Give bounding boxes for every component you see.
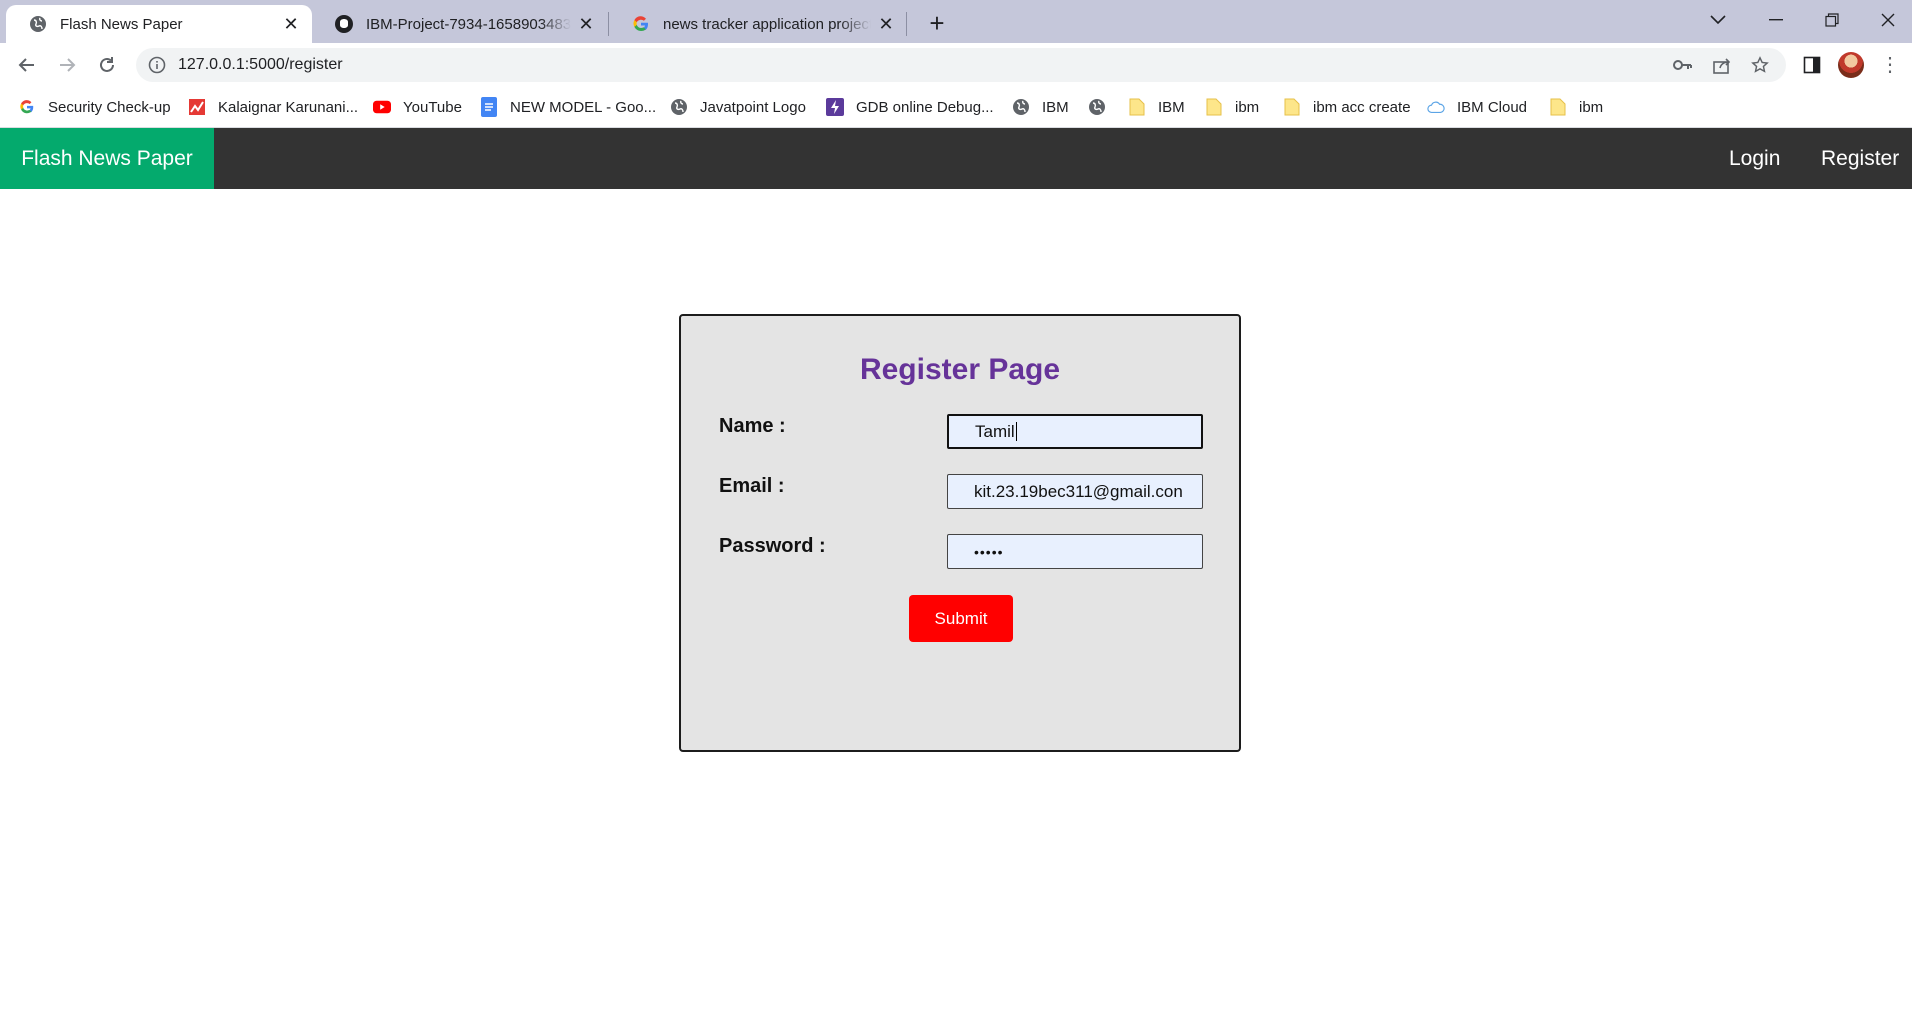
side-panel-icon [1803, 56, 1821, 74]
email-value: kit.23.19bec311@gmail.con [974, 481, 1183, 501]
kalaignar-icon [188, 98, 206, 116]
site-navbar: Flash News Paper Login Register [0, 128, 1912, 189]
tab-title: Flash News Paper [60, 15, 183, 33]
minimize-button[interactable] [1748, 0, 1804, 40]
forward-button[interactable] [52, 50, 82, 80]
bookmark-label: Javatpoint Logo [700, 98, 806, 116]
folder-icon [1549, 98, 1567, 116]
docs-icon [480, 97, 498, 117]
key-icon[interactable] [1672, 56, 1692, 79]
google-icon [631, 14, 651, 34]
tab-search-button[interactable] [1690, 0, 1746, 40]
folder-icon [1205, 98, 1223, 116]
bookmark-new-model[interactable]: NEW MODEL - Goo... [480, 96, 656, 118]
profile-avatar[interactable] [1838, 52, 1864, 78]
github-icon [334, 14, 354, 34]
password-field[interactable]: ••••• [947, 534, 1203, 569]
bookmark-label: ibm [1235, 98, 1260, 116]
menu-kebab-icon[interactable]: ⋮ [1880, 53, 1900, 77]
google-icon [18, 98, 36, 116]
tab-github[interactable]: IBM-Project-7934-1658903483/index ✕ [312, 5, 607, 43]
bookmarks-bar: Security Check-up Kalaignar Karunani... … [0, 87, 1912, 128]
bookmark-label: IBM Cloud [1457, 98, 1528, 116]
brand-link[interactable]: Flash News Paper [0, 128, 214, 189]
bookmark-ibm-cloud[interactable]: IBM Cloud [1427, 96, 1527, 118]
bookmark-label: YouTube [403, 98, 462, 116]
tab-flash-news[interactable]: Flash News Paper ✕ [6, 5, 312, 43]
bookmark-label: IBM [1158, 98, 1185, 116]
name-label: Name : [719, 415, 786, 437]
nav-login-link[interactable]: Login [1729, 128, 1780, 189]
folder-icon [1128, 98, 1146, 116]
password-label: Password : [719, 535, 826, 557]
tab-google-search[interactable]: news tracker application project ✕ [609, 5, 907, 43]
tab-title: IBM-Project-7934-1658903483/index [366, 15, 571, 33]
restore-button[interactable] [1804, 0, 1860, 40]
bookmark-unnamed[interactable] [1088, 96, 1118, 118]
bookmark-label: ibm acc create [1313, 98, 1411, 116]
bookmark-gdb-online[interactable]: GDB online Debug... [826, 96, 994, 118]
bookmark-label: IBM [1042, 98, 1069, 116]
globe-icon [1012, 98, 1030, 116]
bookmark-ibm-1[interactable]: IBM [1012, 96, 1069, 118]
globe-icon [670, 98, 688, 116]
close-window-button[interactable] [1860, 0, 1912, 40]
forward-arrow-icon [60, 58, 76, 72]
chevron-down-icon [1710, 15, 1726, 25]
new-tab-button[interactable]: + [922, 8, 952, 38]
submit-button[interactable]: Submit [909, 595, 1013, 642]
bookmark-kalaignar[interactable]: Kalaignar Karunani... [188, 96, 358, 118]
browser-toolbar: 127.0.0.1:5000/register ⋮ [0, 43, 1912, 87]
close-icon[interactable]: ✕ [282, 14, 300, 34]
share-icon[interactable] [1712, 56, 1732, 79]
close-icon[interactable]: ✕ [877, 14, 895, 34]
tab-title: news tracker application project [663, 15, 871, 33]
youtube-icon [373, 98, 391, 116]
bookmark-label: Security Check-up [48, 98, 171, 116]
globe-icon [28, 14, 48, 34]
bookmark-folder-ibm-last[interactable]: ibm [1549, 96, 1603, 118]
bookmark-folder-ibm-acc-create[interactable]: ibm acc create [1283, 96, 1411, 118]
bookmark-javatpoint[interactable]: Javatpoint Logo [670, 96, 806, 118]
text-caret [1015, 422, 1017, 441]
bookmark-youtube[interactable]: YouTube [373, 96, 462, 118]
back-button[interactable] [12, 50, 42, 80]
site-info-icon[interactable] [148, 56, 166, 79]
reload-icon [100, 57, 114, 72]
address-bar[interactable]: 127.0.0.1:5000/register [136, 48, 1786, 82]
bookmark-folder-ibm-lower[interactable]: ibm [1205, 96, 1259, 118]
gdb-icon [826, 98, 844, 116]
name-field[interactable]: Tamil [947, 414, 1203, 449]
reload-button[interactable] [92, 50, 122, 80]
tab-strip: Flash News Paper ✕ IBM-Project-7934-1658… [0, 0, 1912, 43]
star-icon[interactable] [1750, 56, 1770, 79]
minimize-icon [1769, 19, 1783, 21]
bookmark-label: NEW MODEL - Goo... [510, 98, 657, 116]
name-value: Tamil [975, 421, 1015, 441]
form-title: Register Page [859, 353, 1061, 386]
folder-icon [1283, 98, 1301, 116]
register-form: Register Page Name : Tamil Email : kit.2… [679, 314, 1241, 752]
tab-separator [906, 12, 907, 36]
password-value: ••••• [974, 543, 1004, 560]
email-field[interactable]: kit.23.19bec311@gmail.con [947, 474, 1203, 509]
url-text: 127.0.0.1:5000/register [178, 56, 343, 73]
bookmark-folder-ibm[interactable]: IBM [1128, 96, 1185, 118]
restore-icon [1825, 13, 1839, 27]
email-label: Email : [719, 475, 785, 497]
close-icon[interactable]: ✕ [577, 14, 595, 34]
bookmark-security-checkup[interactable]: Security Check-up [18, 96, 171, 118]
nav-register-link[interactable]: Register [1821, 128, 1899, 189]
bookmark-label: ibm [1579, 98, 1604, 116]
side-panel-button[interactable] [1797, 50, 1827, 80]
close-icon [1881, 13, 1895, 27]
globe-icon [1088, 98, 1106, 116]
back-arrow-icon [18, 58, 34, 72]
bookmark-label: Kalaignar Karunani... [218, 98, 359, 116]
cloud-icon [1427, 98, 1445, 116]
bookmark-label: GDB online Debug... [856, 98, 994, 116]
